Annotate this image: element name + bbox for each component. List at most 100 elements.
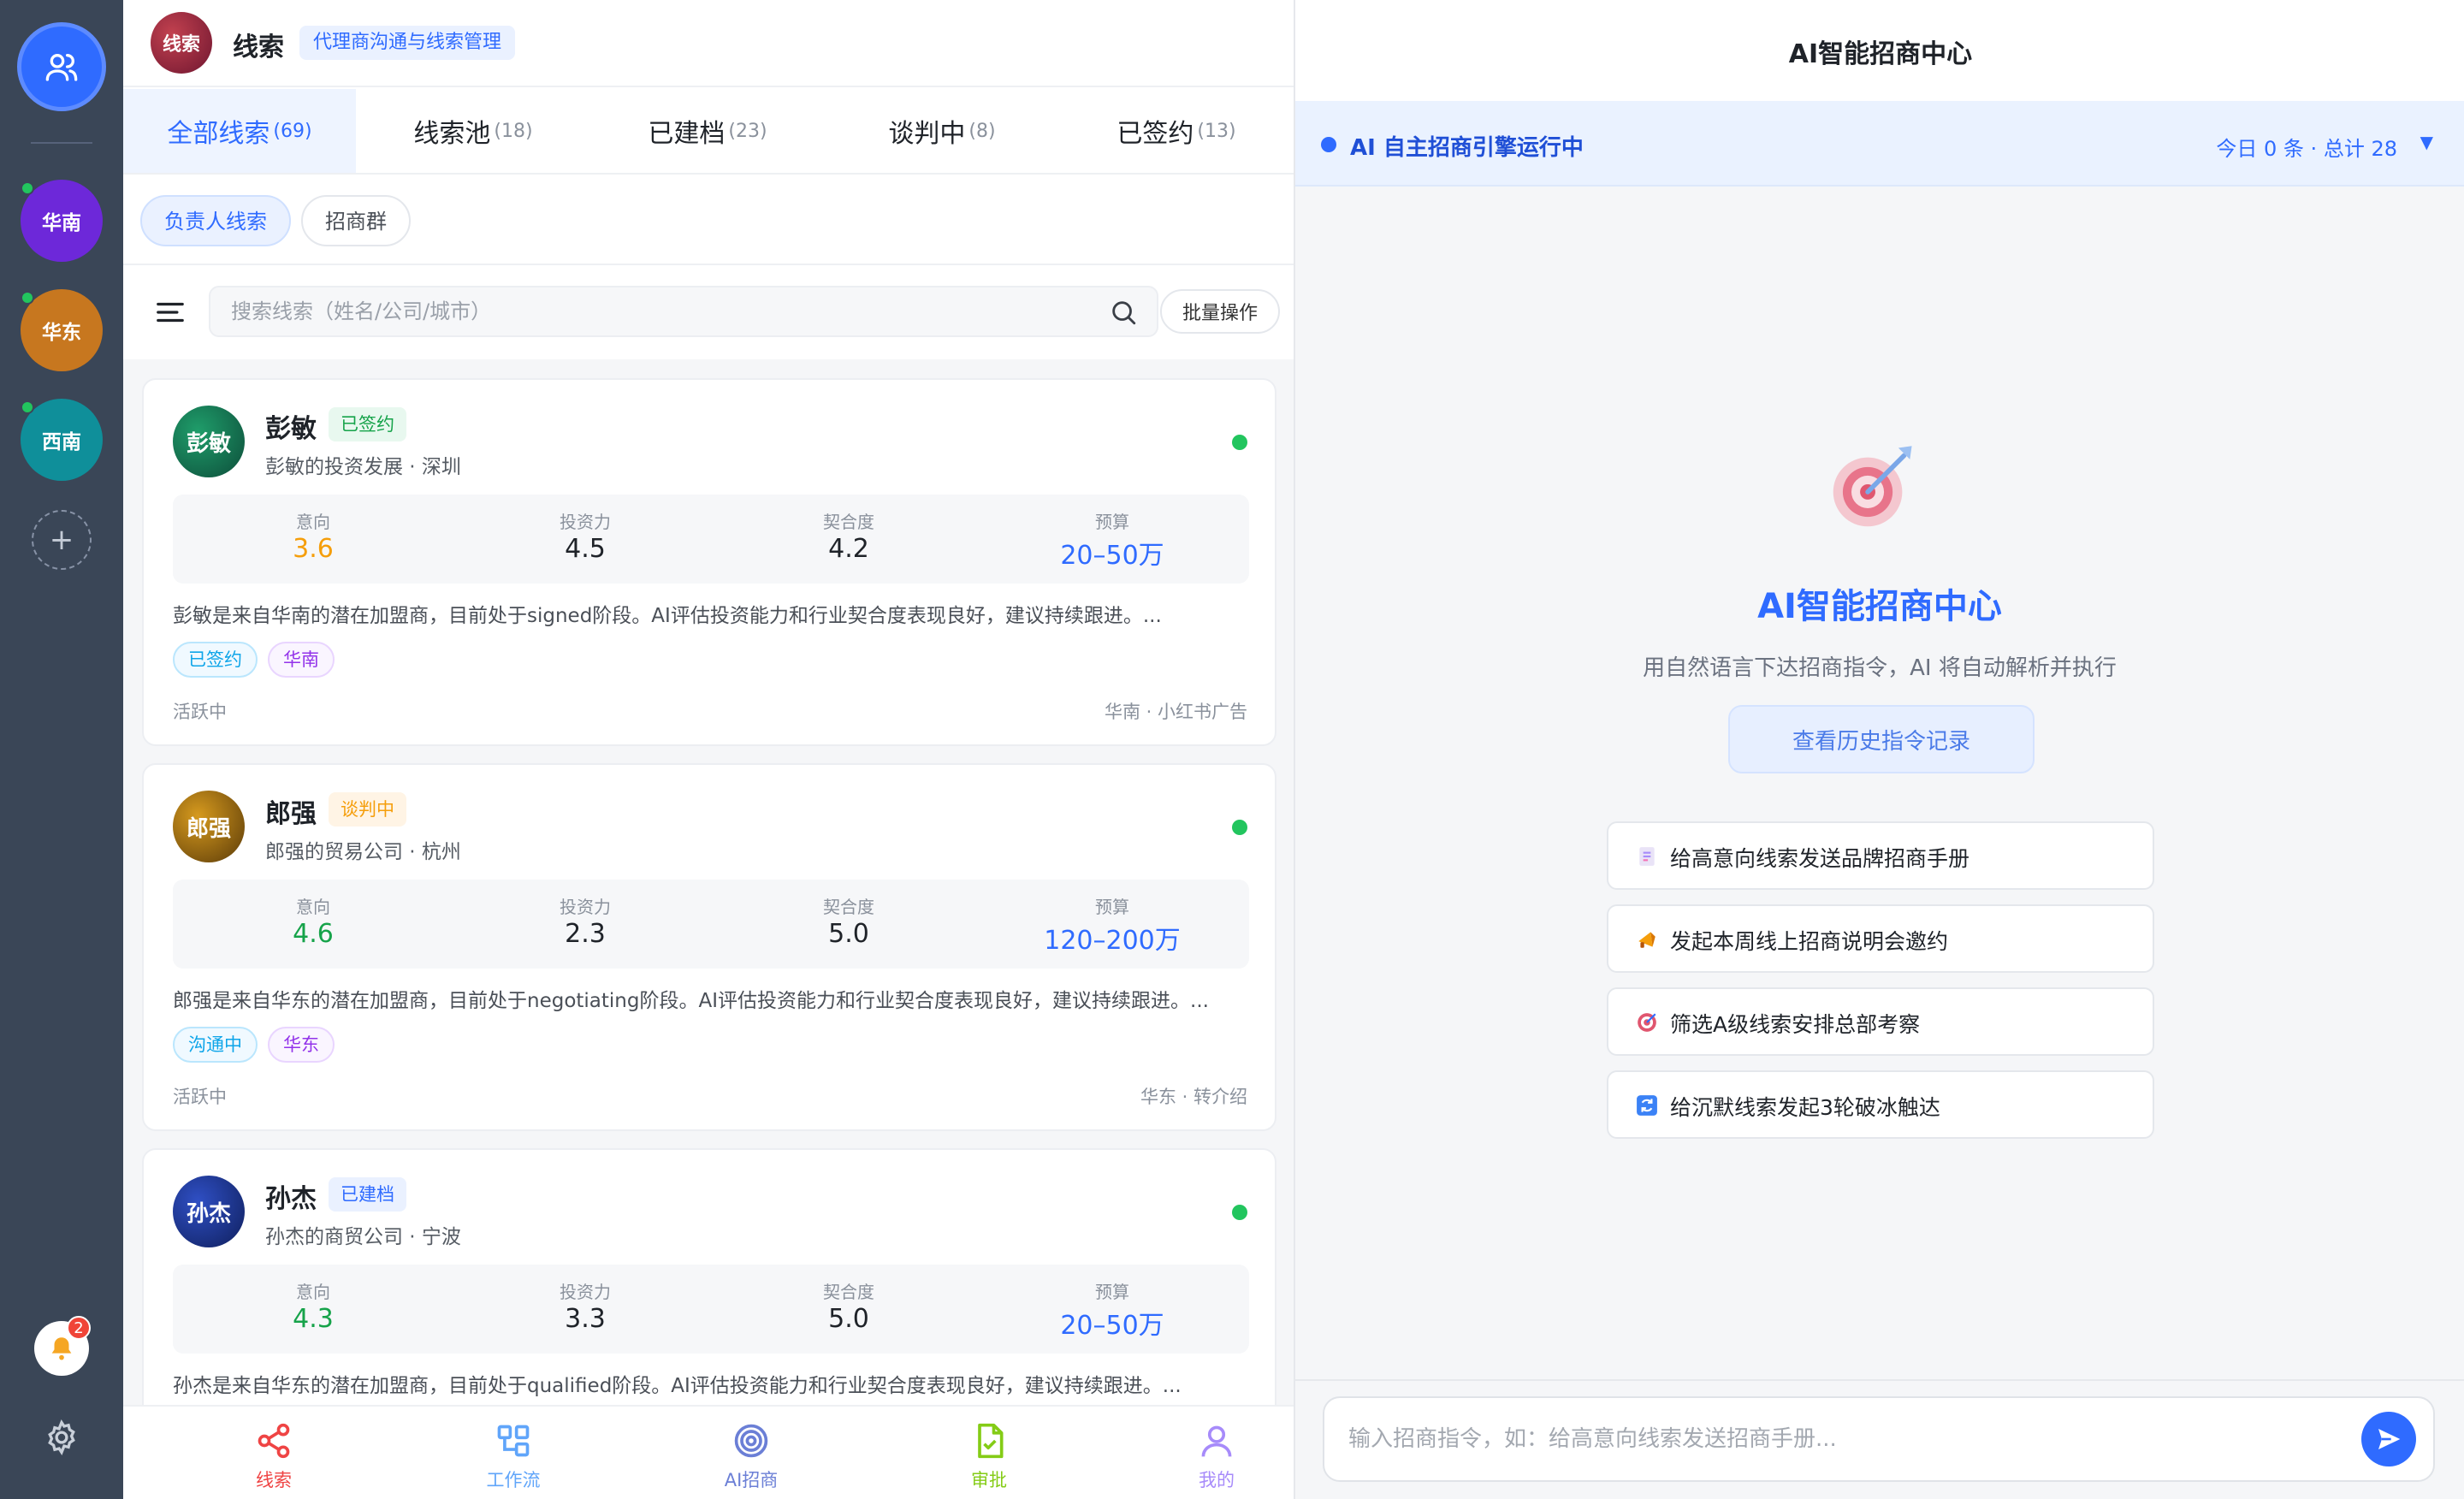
subtab-investment-group[interactable]: 招商群 [301, 195, 411, 246]
send-icon [2378, 1429, 2401, 1449]
avatar: 彭敏 [173, 406, 245, 477]
workflow-icon [497, 1425, 530, 1457]
metric-label: 投资力 [560, 1282, 611, 1302]
lead-list: 彭敏 彭敏 已签约 彭敏的投资发展 · 深圳 意向 3.6 投资力 4.5 契合… [123, 359, 1294, 1405]
metric-label: 预算 [1095, 1282, 1129, 1302]
suggested-command[interactable]: 筛选A级线索安排总部考察 [1607, 987, 2154, 1056]
settings-button[interactable] [39, 1415, 84, 1460]
status-badge: 谈判中 [329, 792, 406, 827]
lead-card[interactable]: 郎强 郎强 谈判中 郎强的贸易公司 · 杭州 意向 4.6 投资力 2.3 契合… [142, 763, 1276, 1131]
suggested-command[interactable]: 给高意向线索发送品牌招商手册 [1607, 821, 2154, 890]
page-title: 线索 [233, 33, 284, 62]
target-icon [734, 1424, 768, 1458]
online-dot [1232, 820, 1247, 835]
command-input[interactable] [1323, 1396, 2435, 1482]
tag: 沟通中 [173, 1027, 258, 1063]
add-region-button[interactable]: + [32, 510, 92, 570]
hero-description: 用自然语言下达招商指令，AI 将自动解析并执行 [1643, 655, 2117, 681]
tag: 华东 [268, 1027, 335, 1063]
online-dot [21, 291, 34, 305]
ai-center-title: AI智能招商中心 [1788, 39, 1973, 69]
search-box [209, 286, 1158, 337]
metric-value: 120–200万 [1044, 926, 1181, 956]
suggested-command[interactable]: 发起本周线上招商说明会邀约 [1607, 904, 2154, 973]
lead-name: 孙杰 [265, 1184, 317, 1214]
megaphone-icon [1638, 932, 1656, 948]
filter-icon[interactable] [154, 296, 187, 329]
tag: 已签约 [173, 642, 258, 678]
gear-icon [48, 1419, 75, 1455]
app-logo: 线索 [151, 12, 212, 74]
target-arrow-icon [1833, 446, 1912, 527]
region-button-south[interactable]: 华南 [21, 180, 103, 262]
contacts-button[interactable] [17, 22, 106, 111]
lead-summary: 孙杰是来自华东的潜在加盟商，目前处于qualified阶段。AI评估投资能力和行… [173, 1375, 1182, 1397]
lead-name: 彭敏 [265, 414, 317, 444]
metric-investment: 投资力 3.3 [457, 1265, 714, 1354]
view-history-button[interactable]: 查看历史指令记录 [1728, 705, 2035, 773]
metric-value: 4.6 [293, 919, 334, 949]
tab-label: 线索池 [413, 119, 491, 149]
tab-count: (13) [1197, 120, 1236, 142]
tab-all-leads[interactable]: 全部线索 (69) [123, 89, 356, 173]
tag: 华南 [268, 642, 335, 678]
engine-status-text: AI 自主招商引擎运行中 [1350, 135, 1584, 161]
lead-metrics: 意向 3.6 投资力 4.5 契合度 4.2 预算 20–50万 [173, 495, 1249, 584]
online-dot [21, 181, 34, 195]
metric-value: 5.0 [828, 919, 869, 949]
tab-signed[interactable]: 已签约 (13) [1059, 89, 1294, 173]
metric-label: 契合度 [823, 512, 874, 532]
engine-status-bar[interactable]: AI 自主招商引擎运行中 今日 0 条 · 总计 28 ▼ [1295, 101, 2464, 187]
search-input[interactable] [231, 287, 1087, 335]
tab-negotiating[interactable]: 谈判中 (8) [825, 89, 1059, 173]
lead-summary: 彭敏是来自华南的潜在加盟商，目前处于signed阶段。AI评估投资能力和行业契合… [173, 605, 1162, 627]
nav-label: 审批 [971, 1470, 1007, 1490]
metric-fit: 契合度 5.0 [720, 880, 977, 969]
region-label: 西南 [42, 431, 81, 453]
lead-card[interactable]: 彭敏 彭敏 已签约 彭敏的投资发展 · 深圳 意向 3.6 投资力 4.5 契合… [142, 378, 1276, 746]
command-text: 筛选A级线索安排总部考察 [1670, 1012, 1921, 1037]
subtab-owner-leads[interactable]: 负责人线索 [140, 195, 291, 246]
metric-value: 4.3 [293, 1304, 334, 1334]
nav-workflow[interactable]: 工作流 [428, 1415, 599, 1497]
status-badge: 已签约 [329, 407, 406, 441]
caret-down-icon[interactable]: ▼ [2420, 132, 2433, 152]
metric-value: 2.3 [565, 919, 606, 949]
lead-card[interactable]: 孙杰 孙杰 已建档 孙杰的商贸公司 · 宁波 意向 4.3 投资力 3.3 契合… [142, 1148, 1276, 1405]
suggested-command[interactable]: 给沉默线索发起3轮破冰触达 [1607, 1070, 2154, 1139]
nav-approval[interactable]: 审批 [903, 1415, 1075, 1497]
refresh-icon [1637, 1095, 1657, 1116]
region-label: 华东 [42, 322, 81, 344]
engine-stats: 今日 0 条 · 总计 28 [2216, 137, 2397, 161]
lead-name: 郎强 [265, 799, 317, 829]
users-icon [45, 53, 78, 81]
region-button-east[interactable]: 华东 [21, 289, 103, 371]
left-rail: 华南 华东 西南 + 2 [0, 0, 123, 1499]
nav-leads[interactable]: 线索 [188, 1415, 359, 1497]
metric-label: 契合度 [823, 1282, 874, 1302]
brochure-icon [1639, 847, 1655, 866]
metric-label: 意向 [296, 897, 330, 917]
lead-metrics: 意向 4.3 投资力 3.3 契合度 5.0 预算 20–50万 [173, 1265, 1249, 1354]
tab-lead-pool[interactable]: 线索池 (18) [356, 89, 590, 173]
share-icon [258, 1423, 290, 1459]
batch-operation-button[interactable]: 批量操作 [1160, 289, 1280, 334]
tab-filed[interactable]: 已建档 (23) [590, 89, 825, 173]
metric-budget: 预算 120–200万 [984, 880, 1241, 969]
region-button-southwest[interactable]: 西南 [21, 399, 103, 481]
leads-pane: 线索 线索 代理商沟通与线索管理 全部线索 (69) 线索池 (18) 已建档 (23… [123, 0, 1294, 1499]
nav-label: AI招商 [724, 1470, 779, 1490]
nav-profile[interactable]: 我的 [1131, 1415, 1302, 1497]
ai-center-pane: AI智能招商中心 AI 自主招商引擎运行中 今日 0 条 · 总计 28 ▼ A… [1294, 0, 2464, 1499]
activity-status: 活跃中 [173, 1087, 227, 1107]
metric-label: 意向 [296, 1282, 330, 1302]
send-button[interactable] [2361, 1412, 2416, 1466]
metric-budget: 预算 20–50万 [984, 495, 1241, 584]
command-text: 给高意向线索发送品牌招商手册 [1670, 846, 1970, 871]
activity-status: 活跃中 [173, 702, 227, 722]
search-icon[interactable] [1109, 298, 1138, 327]
lead-summary: 郎强是来自华东的潜在加盟商，目前处于negotiating阶段。AI评估投资能力… [173, 990, 1209, 1012]
lead-company: 郎强的贸易公司 · 杭州 [265, 841, 461, 863]
nav-ai-recruit[interactable]: AI招商 [666, 1415, 837, 1497]
online-dot [21, 400, 34, 414]
